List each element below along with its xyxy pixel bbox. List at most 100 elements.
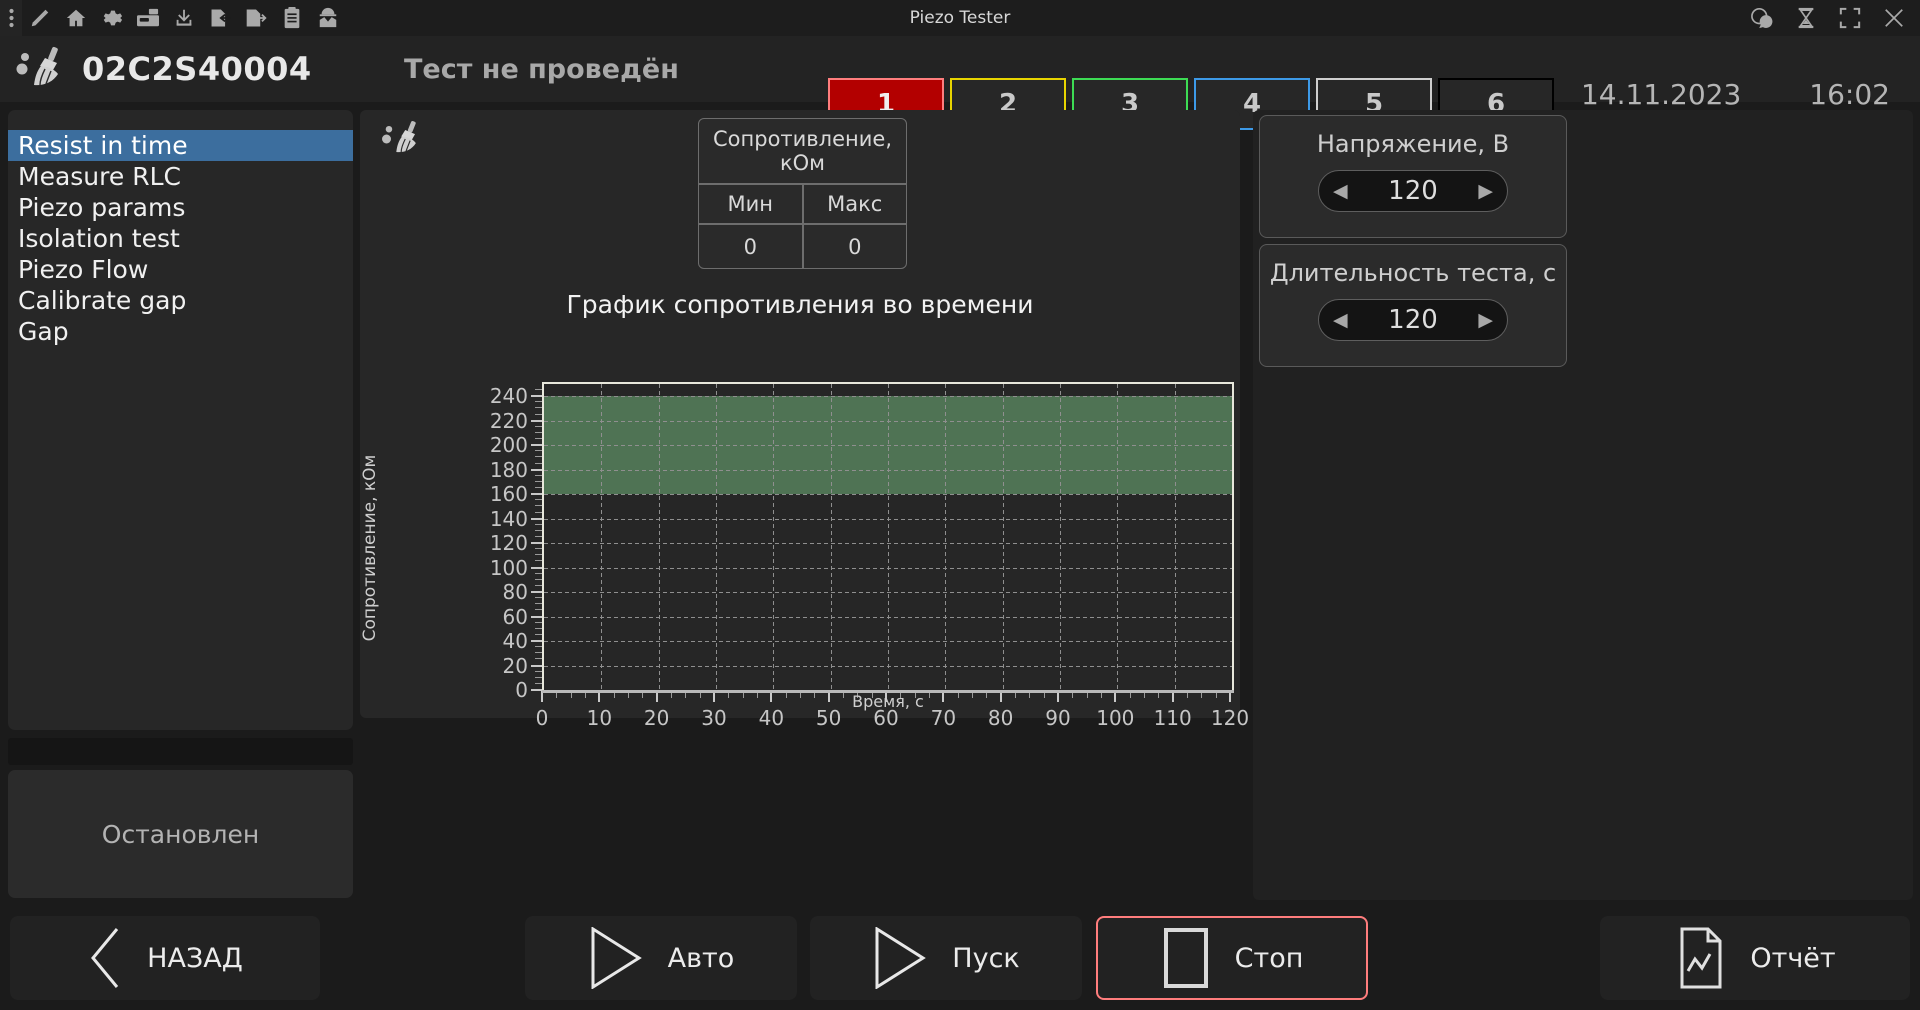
x-axis-label: Время, с (542, 692, 1234, 711)
y-tick-minor (535, 481, 542, 482)
auto-button[interactable]: Авто (525, 916, 797, 1000)
y-tick-label: 240 (480, 384, 528, 408)
home-icon[interactable] (58, 0, 94, 36)
voltage-parameter-card: Напряжение, В ◀ 120 ▶ (1259, 115, 1567, 238)
arrow-left-icon[interactable]: ◀ (1333, 311, 1348, 330)
pencil-icon[interactable] (22, 0, 58, 36)
gridline (831, 384, 832, 690)
y-tick-major (531, 420, 542, 422)
y-tick-major (531, 542, 542, 544)
gridline (601, 384, 602, 690)
y-tick-minor (535, 652, 542, 653)
broom-icon (0, 46, 82, 92)
arrow-right-icon[interactable]: ▶ (1478, 182, 1493, 201)
voltage-value: 120 (1388, 176, 1438, 206)
report-chart-icon (1674, 927, 1726, 989)
y-tick-major (531, 444, 542, 446)
y-tick-minor (535, 530, 542, 531)
chevron-left-icon (87, 927, 123, 989)
y-tick-minor (535, 450, 542, 451)
start-button[interactable]: Пуск (810, 916, 1082, 1000)
voltage-stepper[interactable]: ◀ 120 ▶ (1318, 170, 1508, 212)
duration-stepper[interactable]: ◀ 120 ▶ (1318, 299, 1508, 341)
y-tick-minor (535, 560, 542, 561)
plot-area[interactable] (542, 382, 1234, 692)
back-button-label: НАЗАД (147, 943, 243, 974)
import-icon[interactable] (202, 0, 238, 36)
y-tick-minor (535, 475, 542, 476)
gridline (945, 384, 946, 690)
fullscreen-icon[interactable] (1828, 0, 1872, 36)
sidebar-item-gap[interactable]: Gap (8, 316, 353, 347)
y-tick-minor (535, 414, 542, 415)
gridline (888, 384, 889, 690)
arrow-left-icon[interactable]: ◀ (1333, 182, 1348, 201)
y-tick-minor (535, 401, 542, 402)
current-date: 14.11.2023 (1581, 78, 1741, 111)
y-tick-minor (535, 658, 542, 659)
test-status-label: Тест не проведён (404, 54, 679, 85)
sidebar: Resist in time Measure RLC Piezo params … (8, 110, 353, 900)
back-button[interactable]: НАЗАД (10, 916, 320, 1000)
sidebar-item-measure-rlc[interactable]: Measure RLC (8, 161, 353, 192)
header-datetime: 14.11.2023 16:02 (1581, 78, 1890, 111)
gridline (1175, 384, 1176, 690)
y-tick-major (531, 591, 542, 593)
y-tick-label: 100 (480, 556, 528, 580)
titlebar-icon-strip (0, 0, 346, 36)
chat-icon[interactable] (1740, 0, 1784, 36)
hourglass-icon[interactable] (1784, 0, 1828, 36)
y-tick-minor (535, 389, 542, 390)
sidebar-item-label: Calibrate gap (18, 286, 186, 315)
sidebar-item-piezo-flow[interactable]: Piezo Flow (8, 254, 353, 285)
y-tick-minor (535, 622, 542, 623)
y-tick-minor (535, 554, 542, 555)
current-time: 16:02 (1809, 78, 1890, 111)
y-tick-minor (535, 487, 542, 488)
y-tick-minor (535, 438, 542, 439)
sidebar-item-label: Resist in time (18, 131, 188, 160)
y-tick-minor (535, 407, 542, 408)
y-axis-label: Сопротивление, кОм (360, 455, 380, 642)
test-progress-bar (8, 738, 353, 765)
auto-button-label: Авто (668, 943, 735, 974)
close-icon[interactable] (1872, 0, 1916, 36)
stop-square-icon (1161, 927, 1211, 989)
sidebar-item-isolation-test[interactable]: Isolation test (8, 223, 353, 254)
y-tick-major (531, 640, 542, 642)
y-tick-minor (535, 512, 542, 513)
start-button-label: Пуск (952, 943, 1019, 974)
menu-dots-icon[interactable] (0, 0, 22, 36)
duration-parameter-card: Длительность теста, с ◀ 120 ▶ (1259, 244, 1567, 367)
y-tick-minor (535, 456, 542, 457)
y-tick-label: 120 (480, 531, 528, 555)
report-button[interactable]: Отчёт (1600, 916, 1910, 1000)
y-tick-minor (535, 603, 542, 604)
y-tick-label: 80 (480, 580, 528, 604)
sidebar-item-piezo-params[interactable]: Piezo params (8, 192, 353, 223)
parameters-panel: Напряжение, В ◀ 120 ▶ Длительность теста… (1253, 110, 1913, 900)
voltage-label: Напряжение, В (1260, 130, 1566, 158)
export-icon[interactable] (238, 0, 274, 36)
gear-icon[interactable] (94, 0, 130, 36)
y-tick-minor (535, 505, 542, 506)
y-tick-major (531, 665, 542, 667)
y-tick-label: 200 (480, 433, 528, 457)
sidebar-item-calibrate-gap[interactable]: Calibrate gap (8, 285, 353, 316)
sidebar-item-resist-in-time[interactable]: Resist in time (8, 130, 353, 161)
toolbox-icon[interactable] (130, 0, 166, 36)
clipboard-icon[interactable] (274, 0, 310, 36)
title-bar: Piezo Tester (0, 0, 1920, 36)
arrow-right-icon[interactable]: ▶ (1478, 311, 1493, 330)
y-tick-minor (535, 609, 542, 610)
download-icon[interactable] (166, 0, 202, 36)
gridline (716, 384, 717, 690)
header-bar: 02C2S40004 Тест не проведён 1 2 3 4 5 6 … (0, 36, 1920, 102)
stop-button[interactable]: Стоп (1096, 916, 1368, 1000)
worker-icon[interactable] (310, 0, 346, 36)
test-list[interactable]: Resist in time Measure RLC Piezo params … (8, 110, 353, 730)
y-tick-major (531, 493, 542, 495)
status-badge-label: Остановлен (102, 820, 259, 849)
sidebar-item-label: Measure RLC (18, 162, 181, 191)
gridline (1117, 384, 1118, 690)
